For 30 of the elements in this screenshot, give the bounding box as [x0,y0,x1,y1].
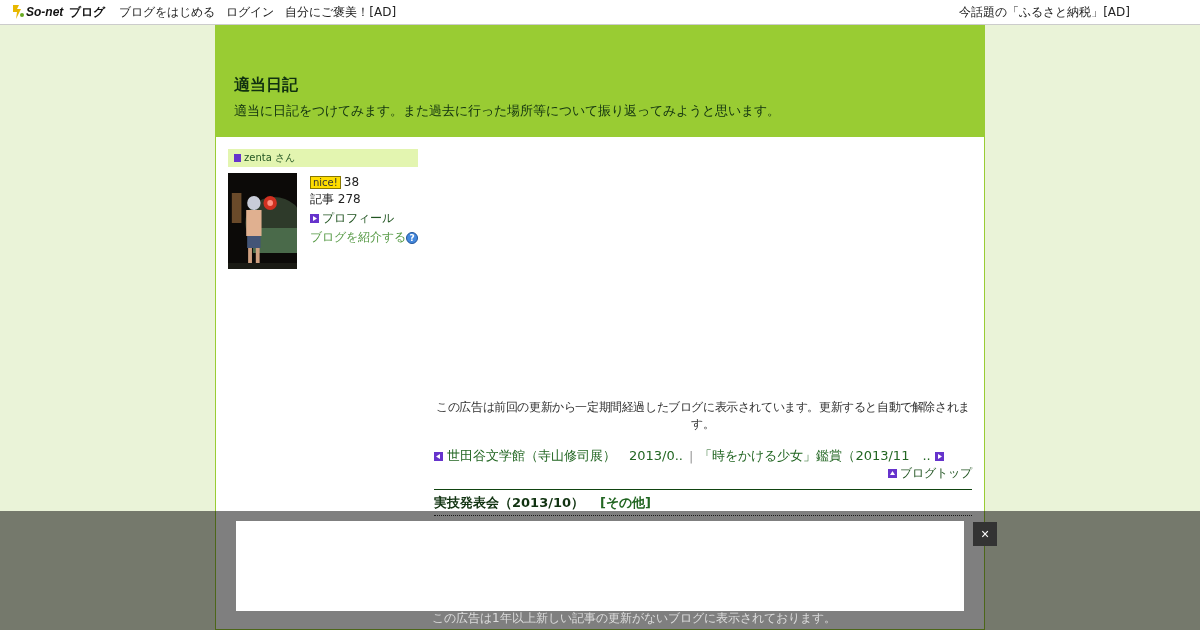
nice-badge[interactable]: nice! [310,175,341,189]
logo-service[interactable]: ブログ [69,3,106,21]
share-link[interactable]: ブログを紹介する [310,229,406,246]
user-icon [234,154,241,162]
article-count: 記事 278 [310,191,362,208]
top-link[interactable]: 今話題の「ふるさと納税」[AD] [959,3,1130,21]
blog-title[interactable]: 適当日記 [234,75,966,96]
top-link[interactable]: ログイン [226,3,275,21]
right-arrow-icon [934,451,944,461]
close-button[interactable]: × [973,522,997,546]
separator: | [689,448,694,464]
blog-top-link[interactable]: ブログトップ [900,465,972,482]
ad-notice: この広告は前回の更新から一定期間経過したブログに表示されています。更新すると自動で解除されます。 [435,399,971,433]
next-link[interactable]: 「時をかける少女」鑑賞（2013/11 .. [699,447,931,465]
prev-link[interactable]: 世田谷文学館（寺山修司展） 2013/0.. [447,447,683,465]
overlay-notice: この広告は1年以上新しい記事の更新がないブログに表示されております。 [432,610,836,627]
logo-brand[interactable]: So-net [26,5,64,19]
left-arrow-icon [434,451,443,461]
category-link[interactable]: [その他] [600,494,651,512]
user-name: zenta さん [244,151,295,165]
top-link[interactable]: ブログをはじめる [119,3,216,21]
play-icon [310,214,319,223]
nice-count: 38 [343,175,360,189]
logo-icon [12,4,24,20]
help-icon[interactable]: ? [406,231,418,244]
article-title[interactable]: 実技発表会（2013/10） [434,494,585,512]
profile-link[interactable]: プロフィール [322,210,394,227]
up-arrow-icon [888,469,897,478]
blog-description: 適当に日記をつけてみます。また過去に行った場所等について振り返ってみようと思います。 [234,102,781,120]
top-link[interactable]: 自分にご褒美！[AD] [285,3,397,21]
